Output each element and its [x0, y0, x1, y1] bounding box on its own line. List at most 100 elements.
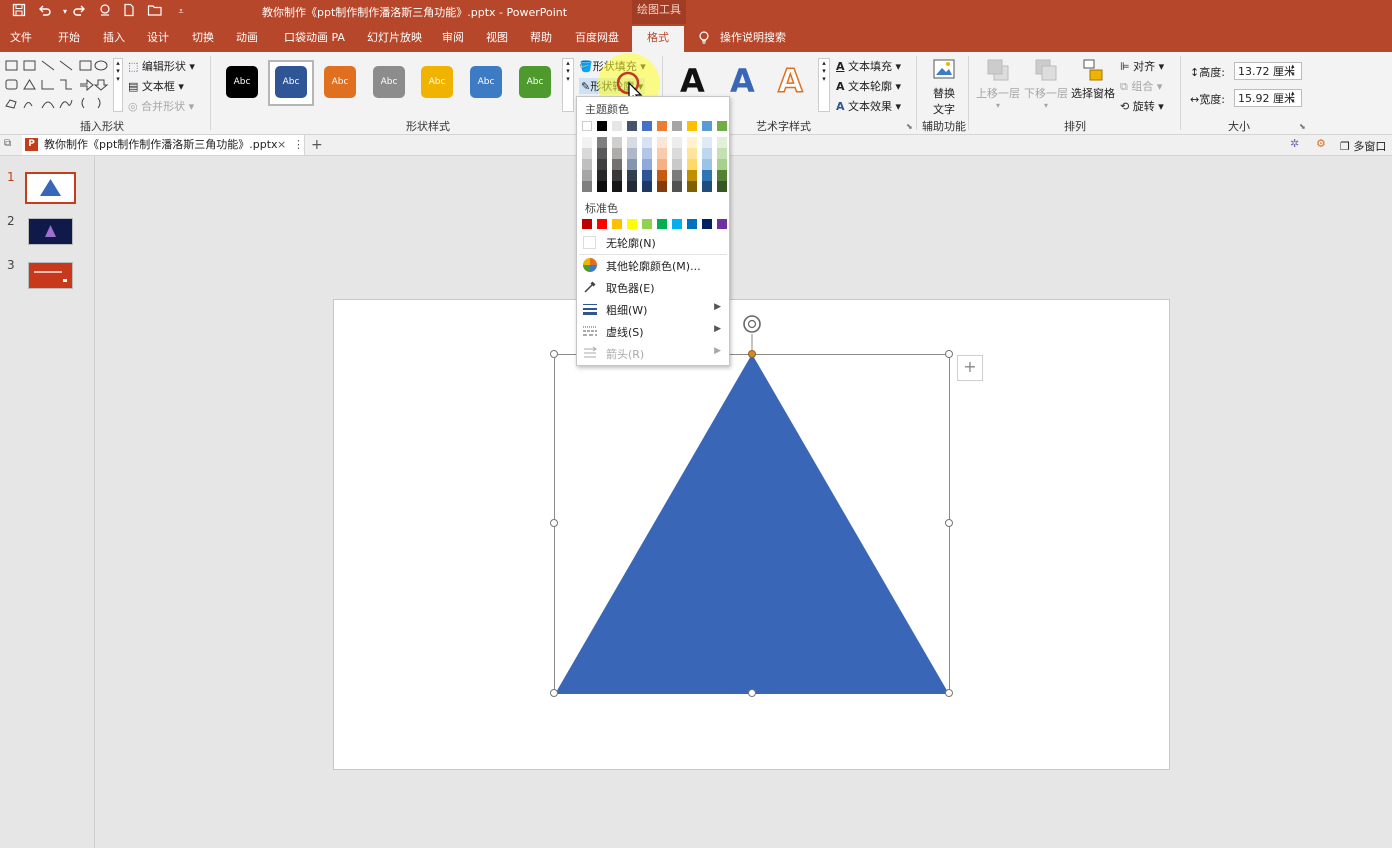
theme-shade-swatch[interactable] — [642, 137, 652, 148]
standard-color-swatch[interactable] — [657, 219, 667, 229]
theme-shade-swatch[interactable] — [657, 170, 667, 181]
layout-options-icon[interactable]: + — [957, 355, 983, 381]
theme-shade-swatch[interactable] — [672, 181, 682, 192]
standard-color-swatch[interactable] — [717, 219, 727, 229]
shape-style-swatch[interactable]: Abc — [373, 66, 405, 98]
theme-shade-swatch[interactable] — [597, 148, 607, 159]
text-outline-button[interactable]: A 文本轮廓 ▾ — [836, 78, 901, 94]
resize-handle-bottom-right[interactable] — [945, 689, 953, 697]
theme-shade-swatch[interactable] — [657, 159, 667, 170]
standard-color-swatch[interactable] — [702, 219, 712, 229]
theme-shade-swatch[interactable] — [717, 148, 727, 159]
shape-style-swatch[interactable]: Abc — [324, 66, 356, 98]
theme-shade-swatch[interactable] — [612, 181, 622, 192]
tab-transitions[interactable]: 切换 — [192, 24, 214, 52]
shape-style-swatch[interactable]: Abc — [519, 66, 551, 98]
resize-handle-bottom-left[interactable] — [550, 689, 558, 697]
width-spinner[interactable]: ▴ ▾ — [1291, 89, 1295, 105]
resize-handle-bottom[interactable] — [748, 689, 756, 697]
styles-gallery-scroll[interactable]: ▴ ▾ ▾ — [562, 58, 574, 112]
theme-shade-swatch[interactable] — [717, 170, 727, 181]
text-effects-button[interactable]: A 文本效果 ▾ — [836, 98, 901, 114]
theme-shade-swatch[interactable] — [702, 148, 712, 159]
theme-color-swatch[interactable] — [687, 121, 697, 131]
selection-pane-button[interactable]: 选择窗格 — [1071, 58, 1115, 101]
theme-shade-swatch[interactable] — [627, 181, 637, 192]
tab-animations[interactable]: 动画 — [236, 24, 258, 52]
height-spinner[interactable]: ▴ ▾ — [1291, 62, 1295, 78]
theme-color-swatch[interactable] — [642, 121, 652, 131]
send-backward-button[interactable]: 下移一层 ▾ — [1024, 58, 1068, 110]
tab-view[interactable]: 视图 — [486, 24, 508, 52]
more-outline-colors-item[interactable]: 其他轮廓颜色(M)... — [577, 254, 729, 276]
tab-format[interactable]: 格式 — [632, 26, 684, 52]
dashes-item[interactable]: 虚线(S) ▶ — [577, 320, 729, 342]
tab-file[interactable]: 文件 — [10, 24, 32, 52]
save-icon[interactable] — [10, 3, 28, 21]
resize-handle-right[interactable] — [945, 519, 953, 527]
settings-gear-icon[interactable]: ⚙ — [1316, 137, 1326, 150]
tab-design[interactable]: 设计 — [147, 24, 169, 52]
theme-shade-swatch[interactable] — [627, 137, 637, 148]
theme-shade-swatch[interactable] — [627, 148, 637, 159]
theme-shade-swatch[interactable] — [702, 181, 712, 192]
plugin-icon[interactable]: ✲ — [1290, 137, 1299, 150]
close-tab-icon[interactable]: × — [277, 135, 286, 155]
new-file-icon[interactable] — [120, 3, 138, 21]
edit-shape-button[interactable]: ⬚ 编辑形状 ▾ — [128, 58, 195, 74]
wordart-style-blue[interactable]: A — [730, 62, 755, 100]
theme-color-swatch[interactable] — [612, 121, 622, 131]
theme-color-swatch[interactable] — [702, 121, 712, 131]
open-folder-icon[interactable] — [146, 3, 164, 21]
theme-shade-swatch[interactable] — [702, 159, 712, 170]
theme-shade-swatch[interactable] — [612, 159, 622, 170]
theme-shade-swatch[interactable] — [702, 170, 712, 181]
undo-icon[interactable] — [36, 3, 54, 21]
theme-shade-swatch[interactable] — [702, 137, 712, 148]
arrows-item[interactable]: 箭头(R) ▶ — [577, 342, 729, 364]
theme-shade-swatch[interactable] — [687, 181, 697, 192]
resize-handle-top-left[interactable] — [550, 350, 558, 358]
redo-icon[interactable] — [70, 3, 88, 21]
standard-color-swatch[interactable] — [627, 219, 637, 229]
alt-text-button[interactable]: 替换 文字 — [926, 58, 962, 116]
no-outline-item[interactable]: 无轮廓(N) — [577, 231, 729, 253]
slide-thumbnail-2[interactable] — [28, 218, 73, 245]
theme-shade-swatch[interactable] — [717, 181, 727, 192]
text-fill-button[interactable]: A 文本填充 ▾ — [836, 58, 901, 74]
theme-shade-swatch[interactable] — [597, 181, 607, 192]
resize-handle-top-right[interactable] — [945, 350, 953, 358]
tab-insert[interactable]: 插入 — [103, 24, 125, 52]
theme-shade-swatch[interactable] — [612, 148, 622, 159]
theme-shade-swatch[interactable] — [657, 148, 667, 159]
theme-shade-swatch[interactable] — [582, 170, 592, 181]
multi-window-button[interactable]: ❐ 多窗口 — [1340, 138, 1386, 154]
standard-color-swatch[interactable] — [597, 219, 607, 229]
theme-color-swatch[interactable] — [597, 121, 607, 131]
touch-mode-icon[interactable] — [96, 3, 114, 21]
theme-shade-swatch[interactable] — [687, 170, 697, 181]
theme-shade-swatch[interactable] — [642, 148, 652, 159]
eyedropper-item[interactable]: 取色器(E) — [577, 276, 729, 298]
tab-home[interactable]: 开始 — [58, 24, 80, 52]
resize-handle-left[interactable] — [550, 519, 558, 527]
standard-color-swatch[interactable] — [672, 219, 682, 229]
tab-list-icon[interactable]: ⧉ — [4, 138, 11, 149]
tab-review[interactable]: 审阅 — [442, 24, 464, 52]
theme-shade-swatch[interactable] — [612, 137, 622, 148]
standard-color-swatch[interactable] — [687, 219, 697, 229]
shape-style-swatch[interactable]: Abc — [421, 66, 453, 98]
wordart-gallery-scroll[interactable]: ▴ ▾ ▾ — [818, 58, 830, 112]
theme-shade-swatch[interactable] — [642, 170, 652, 181]
theme-shade-swatch[interactable] — [612, 170, 622, 181]
align-button[interactable]: ⊫ 对齐 ▾ — [1120, 58, 1164, 74]
theme-shade-swatch[interactable] — [582, 137, 592, 148]
tab-baidu-netdisk[interactable]: 百度网盘 — [575, 24, 619, 52]
add-tab-icon[interactable]: + — [311, 135, 323, 155]
shape-style-swatch[interactable]: Abc — [470, 66, 502, 98]
standard-color-swatch[interactable] — [612, 219, 622, 229]
theme-shade-swatch[interactable] — [642, 159, 652, 170]
text-box-button[interactable]: ▤ 文本框 ▾ — [128, 78, 184, 94]
theme-shade-swatch[interactable] — [627, 170, 637, 181]
theme-shade-swatch[interactable] — [672, 148, 682, 159]
